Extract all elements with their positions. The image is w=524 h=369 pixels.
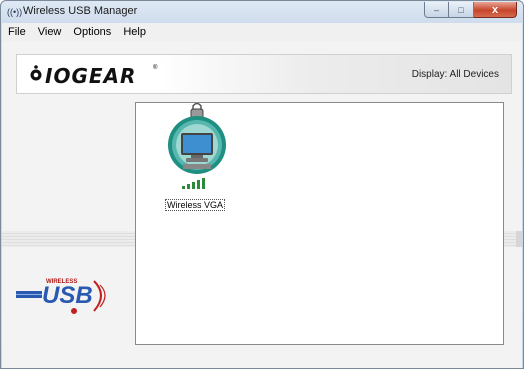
iogear-logo-icon [30,65,42,81]
certified-wireless-usb-logo: WIRELESS USB [16,279,106,314]
usb-logo-text: USB [42,282,93,309]
left-panel [16,101,130,368]
monitor-icon [168,102,226,189]
brand-logo: IOGEAR ® [25,59,165,89]
menu-bar: File View Options Help [2,23,522,41]
display-filter-label[interactable]: Display: All Devices [412,69,499,80]
device-list-panel: Wireless VGA [135,102,504,345]
menu-help[interactable]: Help [117,26,152,38]
menu-view[interactable]: View [32,26,68,38]
title-bar[interactable]: ((•)) Wireless USB Manager – □ x [1,1,523,23]
close-button[interactable]: x [474,2,517,18]
wireless-icon: ((•)) [7,7,23,17]
window-controls: – □ x [424,2,517,19]
minimize-button[interactable]: – [424,2,449,18]
device-wireless-vga[interactable]: Wireless VGA [164,102,230,213]
registered-mark: ® [153,65,158,71]
header-panel: IOGEAR ® Display: All Devices [16,54,512,94]
window-title: Wireless USB Manager [23,5,138,17]
app-window: ((•)) Wireless USB Manager – □ x File Vi… [0,0,524,369]
maximize-button[interactable]: □ [449,2,474,18]
brand-name: IOGEAR [45,64,137,88]
device-label: Wireless VGA [165,199,226,211]
menu-options[interactable]: Options [67,26,117,38]
edge-tab [516,231,522,247]
client-area: IOGEAR ® Display: All Devices WIRELESS U… [2,41,522,368]
menu-file[interactable]: File [2,26,32,38]
